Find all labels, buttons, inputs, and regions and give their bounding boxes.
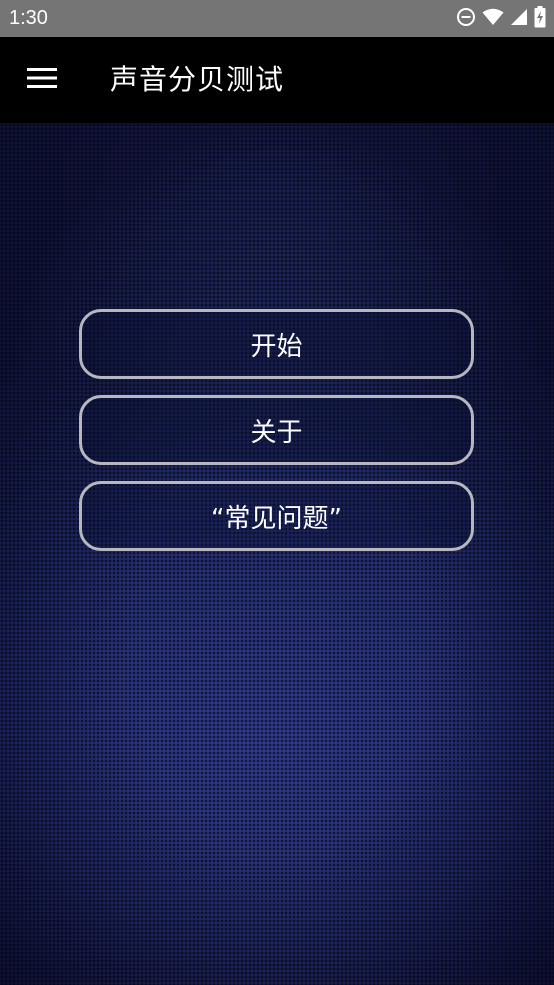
background-vignette <box>0 123 554 985</box>
start-button[interactable]: 开始 <box>79 309 474 379</box>
app-toolbar: 声音分贝测试 <box>0 37 554 123</box>
status-time: 1:30 <box>9 7 48 29</box>
app-screen: 1:30 声音分贝测试 开始 关于 “常见问题” <box>0 0 554 985</box>
page-title: 声音分贝测试 <box>110 63 285 96</box>
hamburger-menu-icon <box>27 67 57 93</box>
main-content: 开始 关于 “常见问题” <box>0 123 554 985</box>
start-button-label: 开始 <box>250 331 303 362</box>
do-not-disturb-icon <box>456 7 476 31</box>
about-button-label: 关于 <box>250 417 303 448</box>
about-button[interactable]: 关于 <box>79 395 474 465</box>
faq-button[interactable]: “常见问题” <box>79 481 474 551</box>
signal-icon <box>510 8 528 30</box>
status-bar: 1:30 <box>0 0 554 37</box>
faq-button-label: “常见问题” <box>211 503 342 534</box>
wifi-icon <box>482 8 504 30</box>
menu-button[interactable] <box>18 58 66 102</box>
status-icons <box>456 6 546 32</box>
battery-charging-icon <box>534 6 546 32</box>
